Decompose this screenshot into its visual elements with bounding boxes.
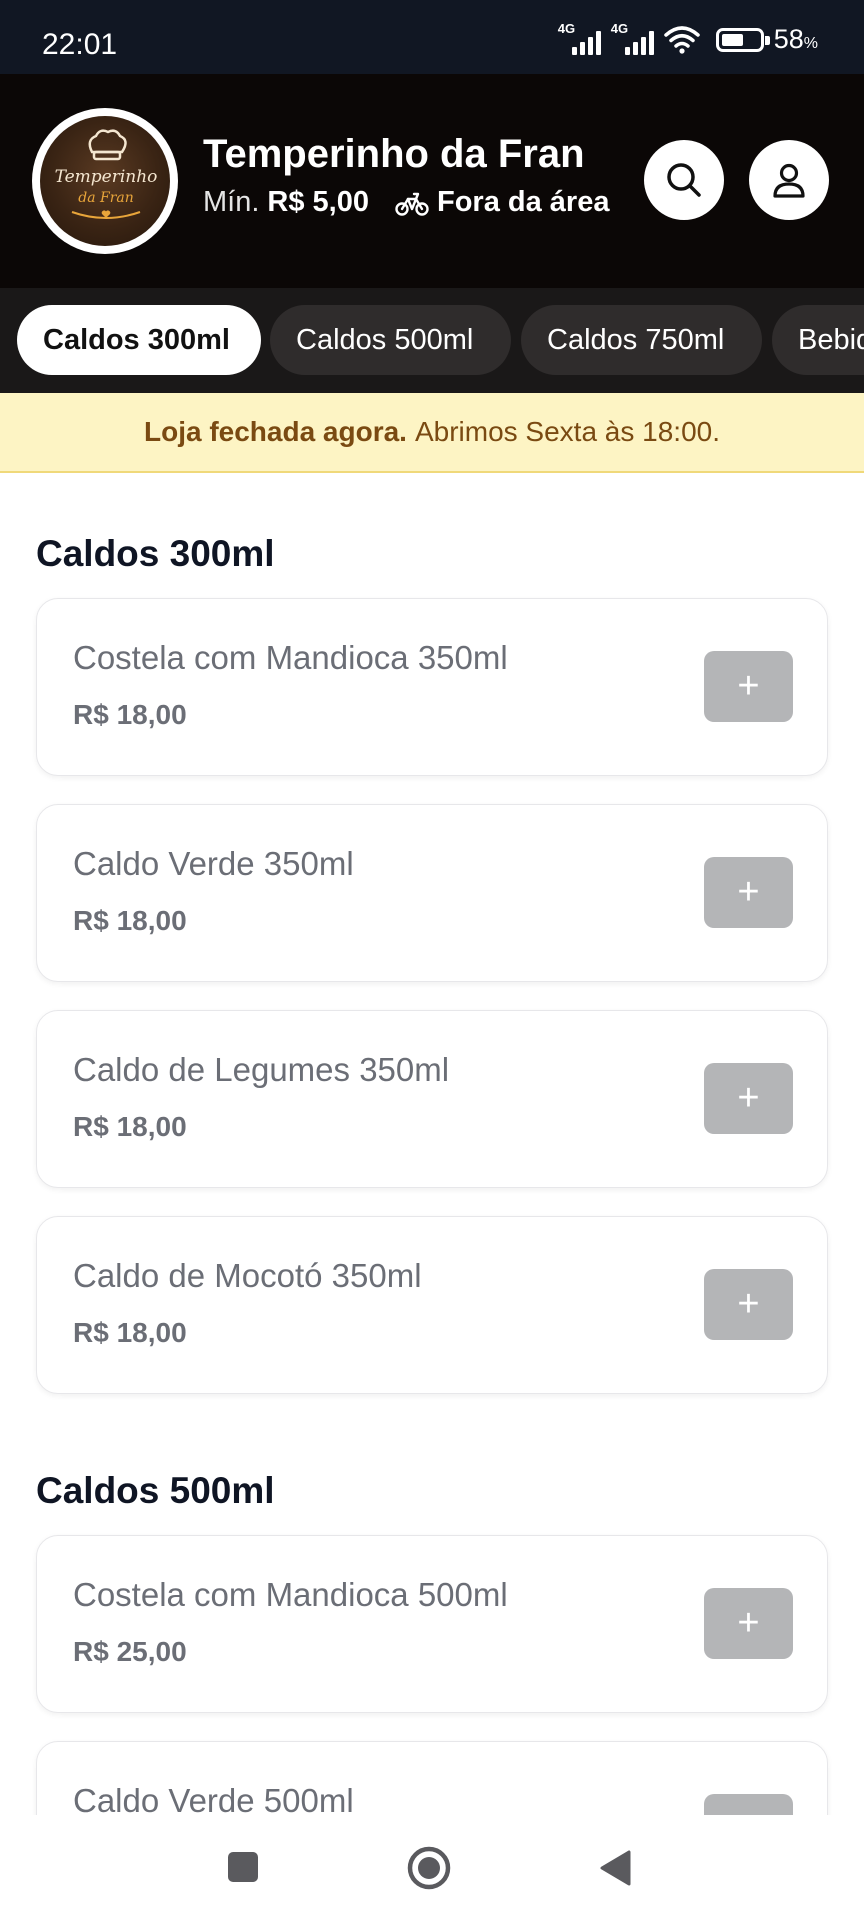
- product-price: R$ 18,00: [73, 1111, 187, 1142]
- wifi-icon: [663, 25, 700, 54]
- tab-bebidas[interactable]: Bebidas: [772, 305, 864, 375]
- tab-caldos-500ml[interactable]: Caldos 500ml: [270, 305, 511, 375]
- search-button[interactable]: [644, 140, 724, 220]
- product-name: Costela com Mandioca 500ml: [73, 1576, 508, 1613]
- circle-icon[interactable]: [406, 1845, 452, 1891]
- section-title: Caldos 500ml: [36, 1470, 275, 1511]
- min-order-label: Mín.: [203, 186, 260, 218]
- banner-strong-text: Loja fechada agora.: [143, 416, 407, 447]
- product-price: R$ 18,00: [73, 699, 187, 730]
- product-price: R$ 18,00: [73, 1317, 187, 1348]
- product-price: R$ 18,00: [73, 905, 187, 936]
- bike-icon: [395, 192, 429, 216]
- add-button[interactable]: +: [704, 857, 793, 928]
- store-header: Temperinho da Fran Temperinho da Fran Mí…: [0, 74, 864, 288]
- signal-icon: 4G: [611, 21, 654, 55]
- svg-text:Temperinho: Temperinho: [55, 167, 158, 187]
- tab-caldos-750ml[interactable]: Caldos 750ml: [521, 305, 762, 375]
- triangle-back-icon[interactable]: [598, 1849, 632, 1887]
- battery-percent: 58%: [773, 24, 818, 54]
- product-price: R$ 25,00: [73, 1636, 187, 1667]
- network-type-1: 4G: [557, 20, 576, 36]
- add-button[interactable]: +: [704, 651, 793, 722]
- signal-icon: 4G: [558, 21, 601, 55]
- product-card[interactable]: Caldo de Mocotó 350ml R$ 18,00 +: [36, 1216, 828, 1394]
- add-button[interactable]: +: [704, 1588, 793, 1659]
- status-bar: 22:01 4G 4G 58%: [0, 0, 864, 74]
- product-name: Costela com Mandioca 350ml: [73, 639, 508, 676]
- tab-caldos-300ml[interactable]: Caldos 300ml: [17, 305, 261, 375]
- store-name: Temperinho da Fran: [203, 132, 585, 176]
- status-time: 22:01: [42, 28, 118, 61]
- product-card[interactable]: Caldo Verde 350ml R$ 18,00 +: [36, 804, 828, 982]
- profile-button[interactable]: [749, 140, 829, 220]
- store-meta: Mín. R$ 5,00 Fora da área: [203, 186, 609, 219]
- store-closed-banner: Loja fechada agora. Abrimos Sexta às 18:…: [0, 393, 864, 473]
- network-type-2: 4G: [610, 20, 629, 36]
- delivery-status: Fora da área: [436, 186, 610, 218]
- section-title: Caldos 300ml: [36, 533, 275, 574]
- status-icons: 4G 4G 58%: [558, 21, 818, 55]
- svg-text:da Fran: da Fran: [78, 190, 134, 206]
- chef-hat-icon: Temperinho da Fran: [55, 129, 158, 219]
- search-icon: [667, 163, 701, 197]
- product-name: Caldo de Legumes 350ml: [73, 1051, 450, 1088]
- add-button[interactable]: +: [704, 1063, 793, 1134]
- square-icon[interactable]: [226, 1850, 260, 1884]
- min-order-value: R$ 5,00: [267, 186, 369, 218]
- product-card[interactable]: Costela com Mandioca 500ml R$ 25,00 +: [36, 1535, 828, 1713]
- category-tabs: Caldos 300ml Caldos 500ml Caldos 750ml B…: [0, 288, 864, 393]
- add-button[interactable]: +: [704, 1269, 793, 1340]
- product-name: Caldo de Mocotó 350ml: [73, 1257, 422, 1294]
- product-name: Caldo Verde 350ml: [73, 845, 354, 882]
- banner-text: Abrimos Sexta às 18:00.: [414, 416, 720, 447]
- product-card[interactable]: Costela com Mandioca 350ml R$ 18,00 +: [36, 598, 828, 776]
- system-nav-bar: [0, 1815, 864, 1920]
- battery-icon: [715, 27, 770, 52]
- store-logo: Temperinho da Fran: [32, 108, 178, 254]
- user-icon: [773, 163, 805, 198]
- product-card[interactable]: Caldo de Legumes 350ml R$ 18,00 +: [36, 1010, 828, 1188]
